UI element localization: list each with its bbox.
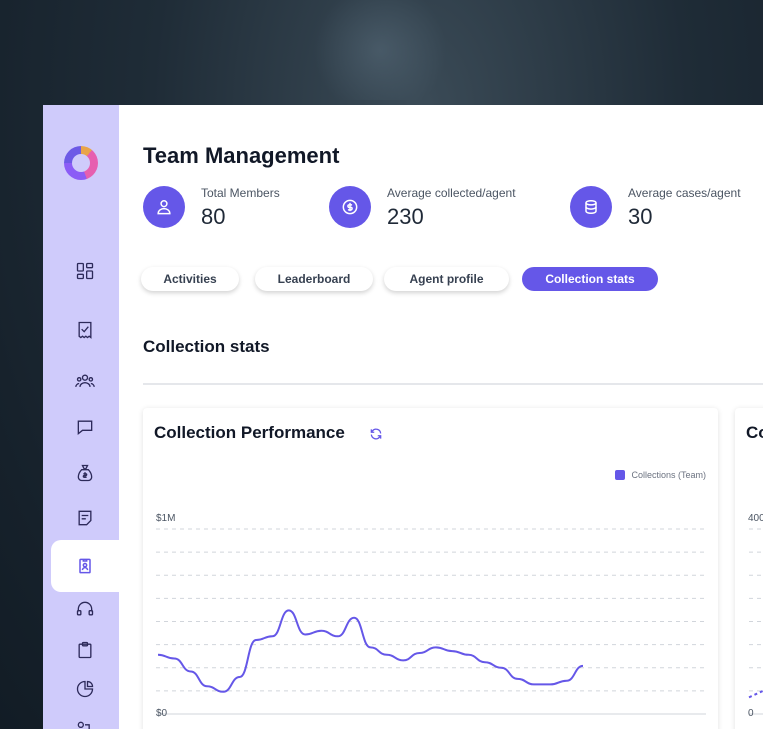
divider [143, 383, 763, 385]
database-icon [570, 186, 612, 228]
sidebar-item-documents[interactable] [51, 498, 119, 538]
stat-label: Average cases/agent [628, 186, 741, 200]
stat-value: 80 [201, 204, 226, 229]
sidebar-item-payments[interactable] [51, 453, 119, 493]
stat-value: 30 [628, 204, 653, 229]
y-tick-label: $0 [156, 708, 168, 719]
dollar-coin-icon [329, 186, 371, 228]
sidebar-item-tasks[interactable] [51, 310, 119, 350]
sidebar-item-team[interactable] [51, 361, 119, 401]
section-title: Collection stats [143, 337, 270, 356]
main-panel: Team Management Total Members 80 Average… [119, 105, 763, 729]
sidebar-item-reports[interactable] [51, 630, 119, 670]
collection-performance-chart: $1M $0 [156, 513, 706, 719]
headset-icon [76, 601, 94, 616]
collection-performance-card: Collection Performance Collections (Team… [143, 408, 718, 729]
team-icon [75, 374, 95, 387]
page-title: Team Management [143, 143, 340, 168]
dashboard-icon [76, 262, 94, 280]
document-icon [78, 510, 92, 526]
sidebar-item-support[interactable] [51, 589, 119, 629]
series-line [748, 689, 763, 699]
stat-label: Total Members [201, 186, 280, 200]
pie-chart-icon [76, 680, 94, 698]
sidebar-item-transfers[interactable] [51, 709, 119, 729]
sidebar-item-analytics[interactable] [51, 669, 119, 709]
sidebar-item-team-management[interactable] [51, 540, 119, 592]
backdrop-glow [300, 0, 460, 100]
second-chart-card: Co 4000 [735, 408, 763, 729]
sidebar [43, 105, 119, 729]
sidebar-item-messages[interactable] [51, 407, 119, 447]
stat-label: Average collected/agent [387, 186, 516, 200]
chat-icon [77, 420, 93, 436]
receipt-check-icon [78, 321, 92, 339]
id-badge-icon [79, 558, 91, 574]
tab-leaderboard[interactable]: Leaderboard [255, 267, 373, 291]
tab-activities[interactable]: Activities [141, 267, 239, 291]
y-tick-label: 0 [748, 708, 754, 719]
tab-collection-stats[interactable]: Collection stats [522, 267, 658, 291]
series-line-collections-team [157, 609, 584, 693]
tab-agent-profile[interactable]: Agent profile [384, 267, 509, 291]
sidebar-item-dashboard[interactable] [51, 251, 119, 291]
clipboard-icon [78, 641, 92, 659]
transfer-icon [77, 721, 90, 729]
stat-value: 230 [387, 204, 424, 229]
user-icon [143, 186, 185, 228]
y-tick-label: $1M [156, 513, 175, 524]
y-tick-label: 400 [748, 513, 763, 524]
app-logo[interactable] [64, 146, 98, 180]
second-chart: 400 0 [748, 513, 763, 719]
money-bag-icon [77, 464, 93, 482]
